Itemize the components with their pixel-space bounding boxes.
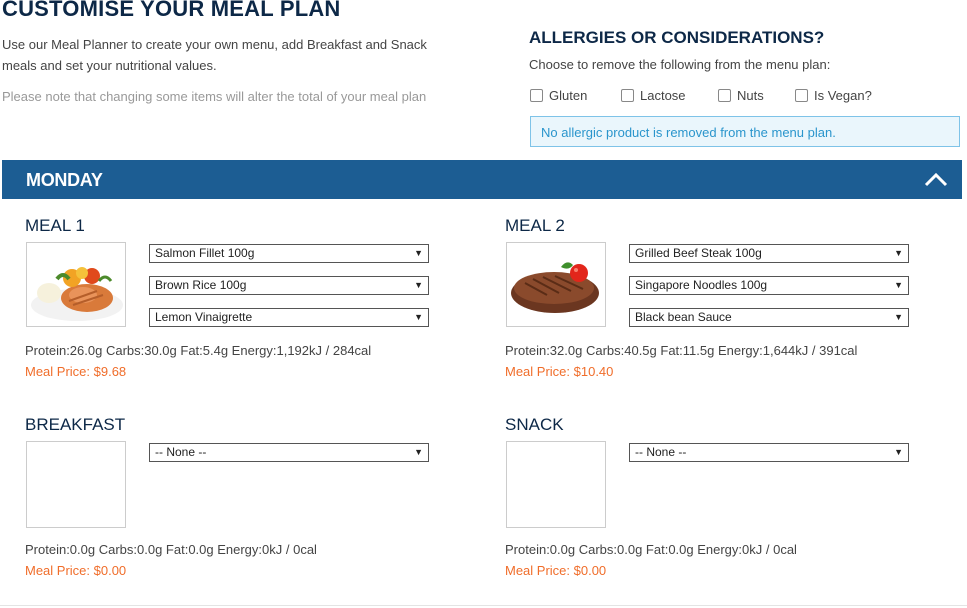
day-header-monday[interactable]: MONDAY [2, 160, 962, 199]
dropdown-arrow-icon: ▼ [894, 248, 903, 258]
vegan-checkbox[interactable]: Is Vegan? [795, 88, 872, 103]
meal-2-nutrition: Protein:32.0g Carbs:40.5g Fat:11.5g Ener… [505, 343, 858, 358]
snack-select[interactable]: -- None -- ▼ [629, 443, 909, 462]
salmon-dish-image [31, 267, 123, 321]
select-value: Singapore Noodles 100g [635, 278, 768, 292]
checkbox-label: Is Vegan? [814, 88, 872, 103]
gluten-checkbox[interactable]: Gluten [530, 88, 587, 103]
snack-image [506, 441, 606, 528]
checkbox-label: Lactose [640, 88, 686, 103]
dropdown-arrow-icon: ▼ [414, 312, 423, 322]
dropdown-arrow-icon: ▼ [414, 280, 423, 290]
meal-1-price: Meal Price: $9.68 [25, 364, 127, 379]
meal-1-protein-select[interactable]: Salmon Fillet 100g ▼ [149, 244, 429, 263]
select-value: Grilled Beef Steak 100g [635, 246, 762, 260]
snack-price: Meal Price: $0.00 [505, 563, 607, 578]
meal-1-image [26, 242, 126, 327]
day-label: MONDAY [26, 170, 103, 190]
checkbox-box[interactable] [718, 89, 731, 102]
breakfast-select[interactable]: -- None -- ▼ [149, 443, 429, 462]
dropdown-arrow-icon: ▼ [894, 280, 903, 290]
allergies-subtitle: Choose to remove the following from the … [529, 57, 831, 72]
breakfast-nutrition: Protein:0.0g Carbs:0.0g Fat:0.0g Energy:… [25, 542, 317, 557]
checkbox-box[interactable] [795, 89, 808, 102]
meal-1-nutrition: Protein:26.0g Carbs:30.0g Fat:5.4g Energ… [25, 343, 372, 358]
meal-1-title: MEAL 1 [25, 216, 85, 235]
select-value: Black bean Sauce [635, 310, 732, 324]
select-value: Lemon Vinaigrette [155, 310, 253, 324]
checkbox-label: Gluten [549, 88, 588, 103]
meal-2-sauce-select[interactable]: Black bean Sauce ▼ [629, 308, 909, 327]
dropdown-arrow-icon: ▼ [414, 447, 423, 457]
section-divider [0, 605, 967, 606]
meal-2-carb-select[interactable]: Singapore Noodles 100g ▼ [629, 276, 909, 295]
meal-2-price: Meal Price: $10.40 [505, 364, 614, 379]
checkbox-label: Nuts [737, 88, 764, 103]
allergies-title: ALLERGIES OR CONSIDERATIONS? [529, 28, 825, 47]
checkbox-box[interactable] [621, 89, 634, 102]
meal-1-sauce-select[interactable]: Lemon Vinaigrette ▼ [149, 308, 429, 327]
dropdown-arrow-icon: ▼ [414, 248, 423, 258]
dropdown-arrow-icon: ▼ [894, 447, 903, 457]
breakfast-title: BREAKFAST [25, 415, 126, 434]
select-value: -- None -- [155, 445, 207, 459]
note-text: Please note that changing some items wil… [2, 89, 427, 104]
checkbox-box[interactable] [530, 89, 543, 102]
intro-text: Use our Meal Planner to create your own … [2, 37, 427, 73]
breakfast-price: Meal Price: $0.00 [25, 563, 127, 578]
meal-2-image [506, 242, 606, 327]
page-title: CUSTOMISE YOUR MEAL PLAN [2, 0, 341, 21]
dropdown-arrow-icon: ▼ [894, 312, 903, 322]
allergy-notice: No allergic product is removed from the … [530, 116, 960, 147]
select-value: Brown Rice 100g [155, 278, 247, 292]
snack-title: SNACK [505, 415, 564, 434]
snack-nutrition: Protein:0.0g Carbs:0.0g Fat:0.0g Energy:… [505, 542, 797, 557]
steak-dish-image [511, 262, 599, 313]
breakfast-image [26, 441, 126, 528]
chevron-up-icon[interactable] [924, 170, 948, 188]
select-value: Salmon Fillet 100g [155, 246, 255, 260]
select-value: -- None -- [635, 445, 687, 459]
lactose-checkbox[interactable]: Lactose [621, 88, 686, 103]
meal-2-protein-select[interactable]: Grilled Beef Steak 100g ▼ [629, 244, 909, 263]
meal-1-carb-select[interactable]: Brown Rice 100g ▼ [149, 276, 429, 295]
meal-2-title: MEAL 2 [505, 216, 565, 235]
nuts-checkbox[interactable]: Nuts [718, 88, 764, 103]
